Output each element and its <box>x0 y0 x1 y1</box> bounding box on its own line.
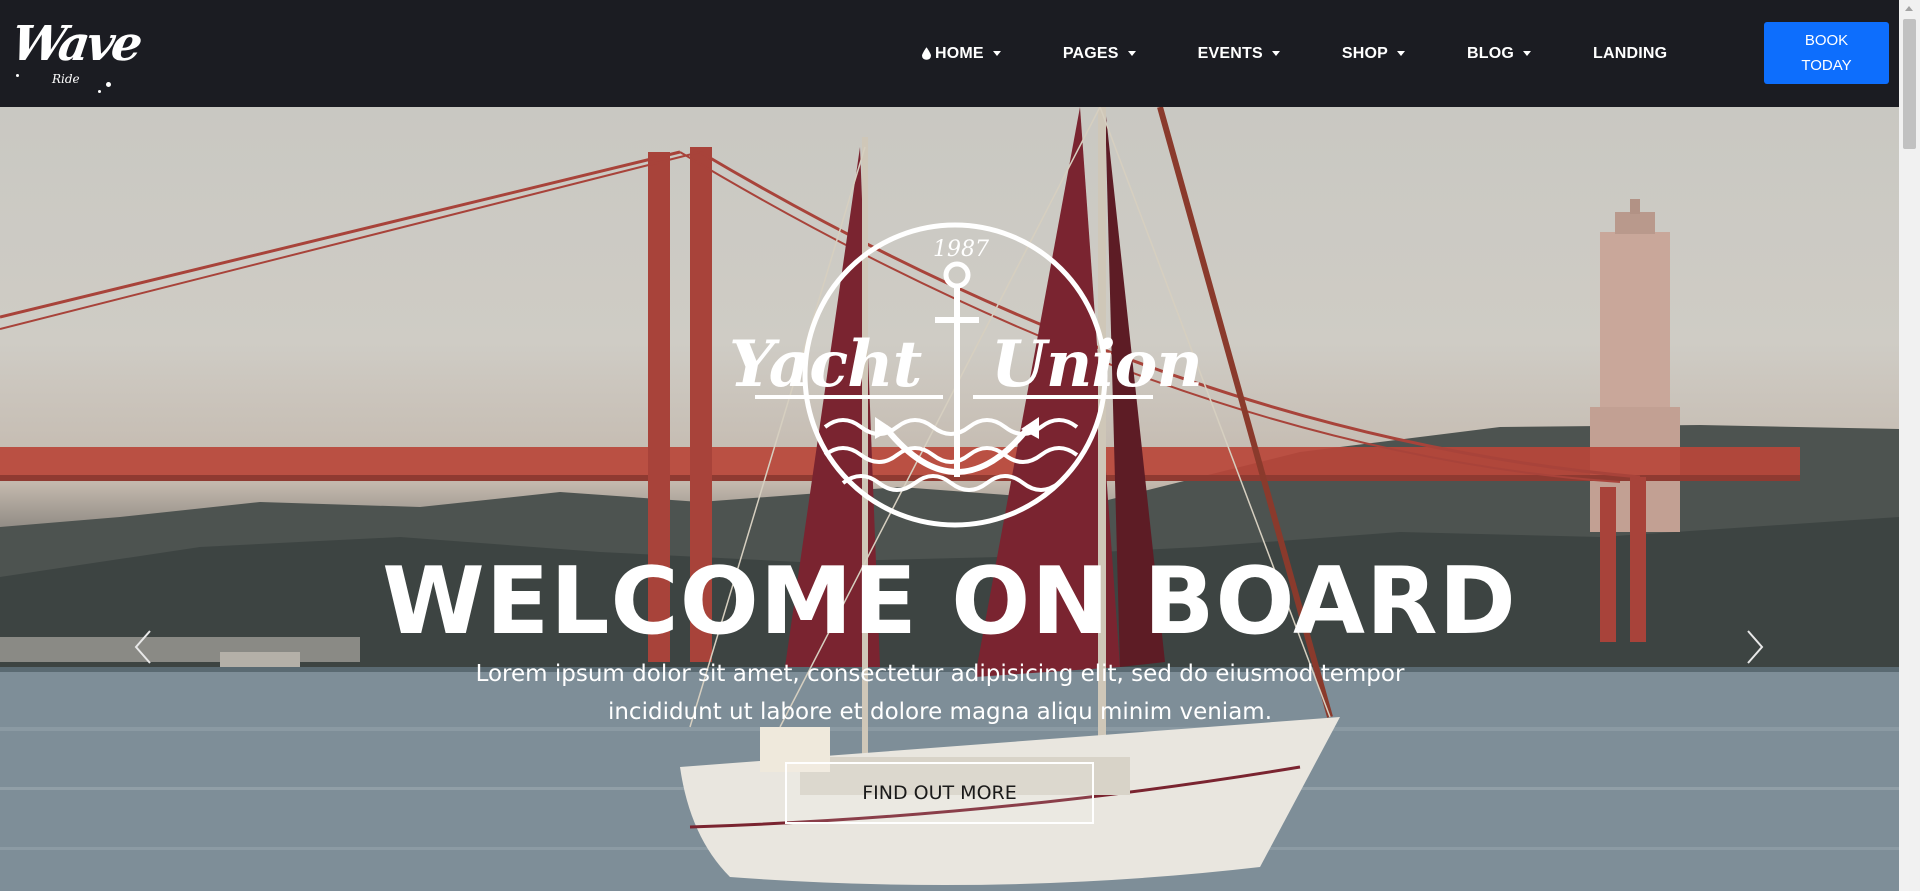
logo-subtext: Ride <box>52 72 80 86</box>
logo-splat <box>16 74 19 77</box>
nav-item-shop[interactable]: SHOP <box>1341 44 1406 63</box>
book-today-button[interactable]: BOOK TODAY <box>1764 22 1889 84</box>
logo-splat <box>98 90 101 93</box>
nav-label: LANDING <box>1593 44 1668 62</box>
find-out-more-label: FIND OUT MORE <box>862 782 1017 804</box>
caret-down-icon <box>992 51 1001 56</box>
nav-item-events[interactable]: EVENTS <box>1198 45 1280 63</box>
hero-title: WELCOME ON BOARD <box>382 547 1517 655</box>
caret-down-icon <box>1523 51 1532 56</box>
nav-item-landing[interactable]: LANDING <box>1593 45 1667 63</box>
hero-slider: 1987 Yacht Union WELCOME ON BOARD Lorem … <box>0 107 1899 891</box>
scroll-up-icon[interactable] <box>1905 6 1913 11</box>
nav-label: PAGES <box>1062 44 1119 62</box>
brand-logo[interactable]: Wave Ride <box>8 12 143 94</box>
logo-splat <box>106 82 111 87</box>
navbar: Wave Ride HOME PAGES EVENTS SHOP BLOG LA… <box>0 0 1899 107</box>
yacht-union-emblem: 1987 Yacht Union <box>725 217 1203 537</box>
scrollbar-thumb[interactable] <box>1903 19 1916 149</box>
emblem-word-right: Union <box>991 327 1203 402</box>
find-out-more-button[interactable]: FIND OUT MORE <box>785 762 1094 824</box>
book-button-line1: BOOK <box>1804 32 1849 49</box>
emblem-word-left: Yacht <box>729 327 922 402</box>
page-scrollbar[interactable] <box>1899 0 1920 891</box>
caret-down-icon <box>1271 51 1280 56</box>
nav-item-pages[interactable]: PAGES <box>1063 45 1136 63</box>
water-drop-icon <box>922 47 931 60</box>
nav-label: HOME <box>935 44 984 62</box>
nav-label: SHOP <box>1341 44 1389 62</box>
nav-item-home[interactable]: HOME <box>922 45 1001 63</box>
caret-down-icon <box>1397 51 1406 56</box>
hero-description: Lorem ipsum dolor sit amet, consectetur … <box>475 661 1405 725</box>
main-nav: HOME PAGES EVENTS SHOP BLOG LANDING <box>922 0 1667 107</box>
nav-item-blog[interactable]: BLOG <box>1467 44 1532 63</box>
caret-down-icon <box>1127 51 1136 56</box>
nav-label: EVENTS <box>1197 44 1263 62</box>
nav-label: BLOG <box>1467 44 1515 62</box>
logo-wordmark: Wave <box>8 16 144 72</box>
book-button-line2: TODAY <box>1801 57 1852 74</box>
emblem-year: 1987 <box>933 237 989 262</box>
